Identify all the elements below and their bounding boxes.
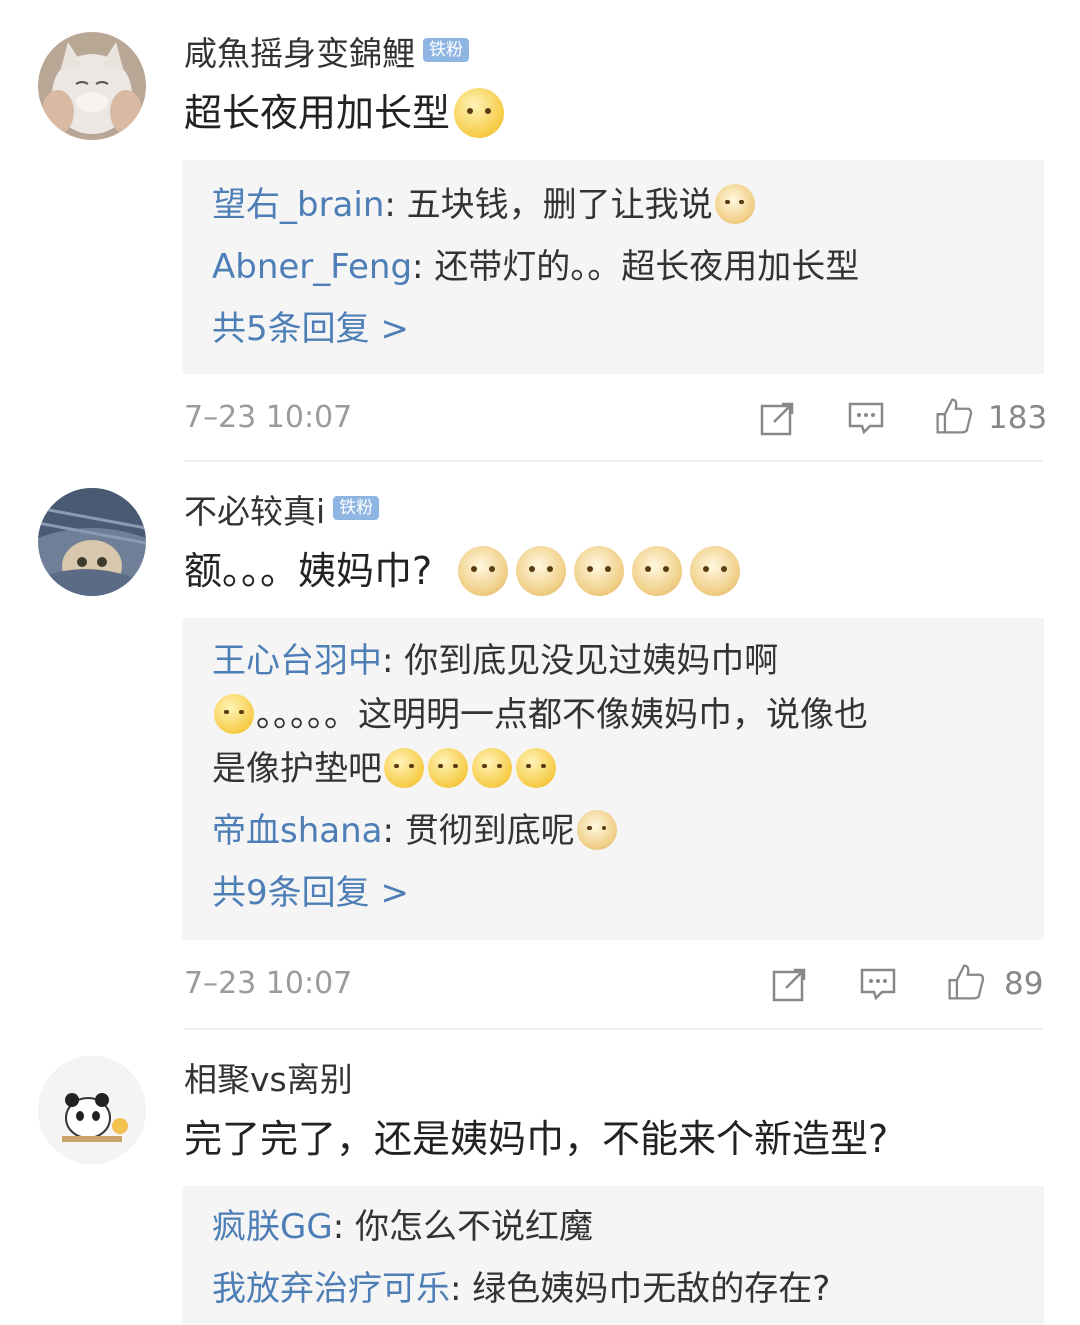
username[interactable]: 相聚vs离别 <box>184 1060 353 1100</box>
reply-text: 你怎么不说红魔 <box>354 1207 593 1247</box>
reply-item[interactable]: 我放弃治疗可乐: 绿色姨妈巾无敌的存在? <box>212 1266 1024 1312</box>
reply-text: 绿色姨妈巾无敌的存在? <box>472 1269 831 1309</box>
reply-item[interactable]: 疯朕GG: 你怎么不说红魔 <box>212 1204 1024 1250</box>
reply-username[interactable]: 疯朕GG <box>212 1207 333 1247</box>
reply-username[interactable]: 我放弃治疗可乐 <box>212 1269 450 1309</box>
reply-box[interactable]: 疯朕GG: 你怎么不说红魔 我放弃治疗可乐: 绿色姨妈巾无敌的存在? <box>182 1186 1044 1325</box>
username-text[interactable]: 相聚vs离别 <box>184 1060 353 1099</box>
comment-3: 相聚vs离别 完了完了，还是姨妈巾，不能来个新造型? 疯朕GG: 你怎么不说红魔… <box>0 0 1080 1325</box>
comment-text: 完了完了，还是姨妈巾，不能来个新造型? <box>184 1117 889 1161</box>
avatar-panda-cartoon[interactable] <box>38 1056 146 1164</box>
